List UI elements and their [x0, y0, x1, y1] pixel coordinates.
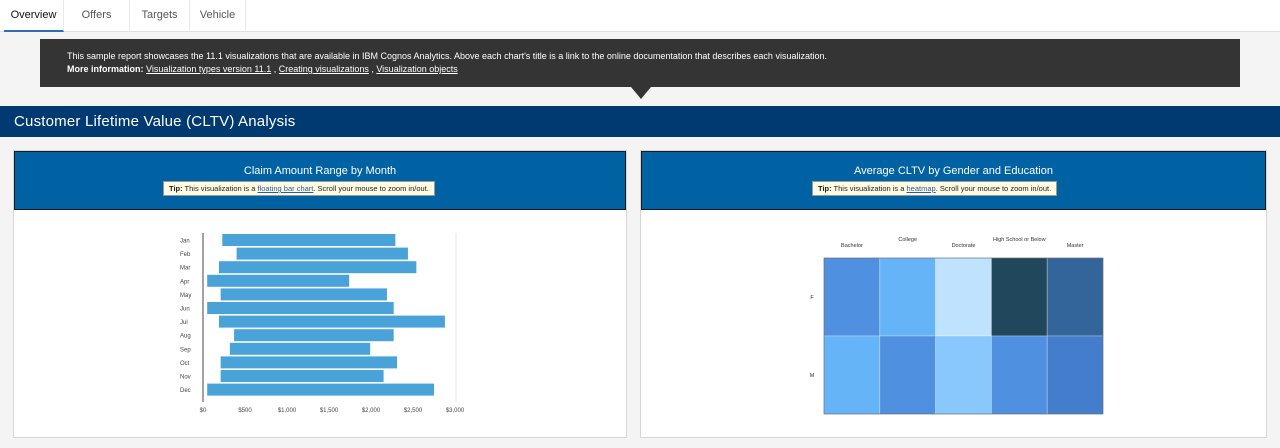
column-label: Doctorate: [952, 243, 976, 249]
x-tick-label: $500: [238, 408, 252, 414]
x-tick-label: $1,500: [320, 408, 339, 414]
heatmap-cell: [1046, 257, 1104, 337]
bar-sep: [229, 342, 371, 355]
tab-offers[interactable]: Offers: [64, 0, 130, 32]
bar-mar: [218, 261, 417, 274]
chart-card-cltv-heatmap: Average CLTV by Gender and Education Tip…: [640, 150, 1267, 438]
y-tick-label: Jun: [180, 307, 190, 313]
tab-bar: Overview Offers Targets Vehicle: [0, 0, 1280, 32]
x-tick-label: $2,000: [362, 408, 381, 414]
bar-nov: [220, 370, 384, 382]
tab-vehicle[interactable]: Vehicle: [190, 0, 246, 32]
y-tick-label: Apr: [180, 279, 189, 285]
y-tick-label: Sep: [180, 347, 191, 353]
link-creating-visualizations[interactable]: Creating visualizations: [279, 64, 369, 74]
x-tick-label: $0: [200, 408, 207, 414]
x-tick-label: $3,000: [446, 408, 465, 414]
notice-text: This sample report showcases the 11.1 vi…: [67, 51, 827, 61]
heatmap-cell: [879, 335, 937, 415]
y-tick-label: Feb: [180, 252, 191, 258]
bar-jul: [218, 315, 445, 328]
tab-targets[interactable]: Targets: [130, 0, 190, 32]
row-label: M: [810, 373, 815, 379]
section-title: Customer Lifetime Value (CLTV) Analysis: [14, 113, 296, 130]
bar-feb: [236, 247, 408, 260]
y-tick-label: Mar: [180, 266, 190, 272]
cltv-heatmap[interactable]: Bachelor College Doctorate High School or B…: [641, 151, 1268, 439]
heatmap-cell: [935, 335, 992, 415]
link-separator: ,: [271, 64, 279, 74]
link-visualization-types[interactable]: Visualization types version 11.1: [146, 64, 271, 74]
bar-may: [220, 288, 387, 301]
y-tick-label: Dec: [180, 388, 191, 394]
heatmap-cell: [990, 335, 1048, 415]
column-label: Bachelor: [841, 243, 863, 249]
more-info-label: More information:: [67, 64, 144, 74]
notice-links-row: More information: Visualization types ve…: [67, 63, 1240, 76]
bar-oct: [220, 356, 398, 369]
y-tick-label: Jan: [180, 239, 190, 245]
column-label: College: [898, 237, 917, 243]
y-tick-label: Nov: [180, 375, 191, 381]
floating-bar-chart[interactable]: Jan Feb Mar Apr May Jun Jul Aug Sep Oct Nov Dec $0 $5…: [14, 151, 628, 439]
column-label: High School or Below: [993, 237, 1046, 243]
x-tick-label: $1,000: [278, 408, 297, 414]
heatmap-cell: [879, 257, 937, 337]
heatmap-cell: [990, 257, 1048, 337]
heatmap-cell: [823, 335, 881, 415]
heatmap-cell: [823, 257, 881, 337]
info-notice: This sample report showcases the 11.1 vi…: [40, 39, 1240, 87]
column-label: Master: [1067, 243, 1084, 249]
bar-aug: [234, 329, 394, 342]
heatmap-cell: [935, 257, 992, 337]
section-banner: Customer Lifetime Value (CLTV) Analysis: [0, 106, 1280, 137]
x-tick-label: $2,500: [404, 408, 423, 414]
y-tick-label: Oct: [180, 361, 190, 367]
notice-pointer: [631, 87, 651, 99]
y-tick-label: Jul: [180, 320, 188, 326]
bar-jan: [222, 234, 396, 246]
link-visualization-objects[interactable]: Visualization objects: [376, 64, 457, 74]
bar-jun: [207, 302, 394, 314]
y-tick-label: May: [180, 293, 191, 299]
heatmap-cell: [1046, 335, 1104, 415]
bar-dec: [207, 383, 434, 396]
tab-overview[interactable]: Overview: [4, 0, 64, 32]
chart-card-claim-range: Claim Amount Range by Month Tip: This vi…: [13, 150, 627, 438]
row-label: F: [810, 295, 814, 301]
bar-apr: [207, 274, 350, 287]
y-tick-label: Aug: [180, 334, 191, 340]
